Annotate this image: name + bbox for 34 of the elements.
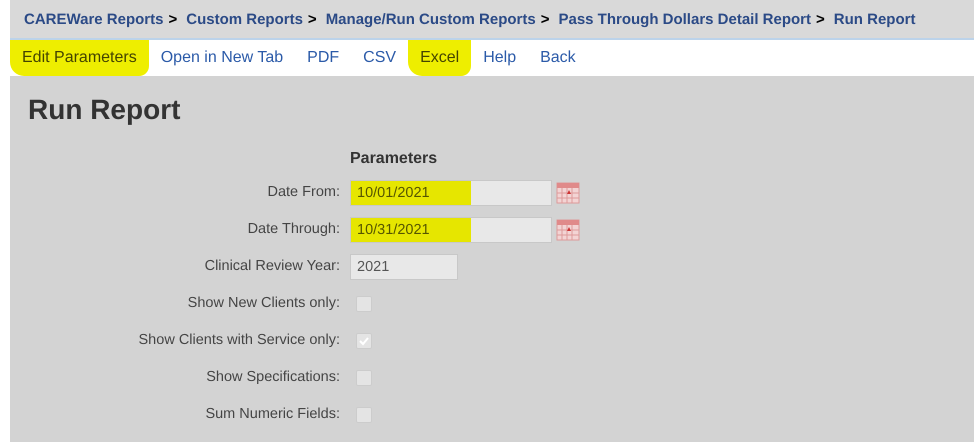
breadcrumb-separator: >	[540, 10, 550, 28]
field-label: Date Through:	[246, 220, 340, 239]
checkbox[interactable]	[356, 296, 372, 312]
checkbox[interactable]	[356, 370, 372, 386]
field-label: Date From:	[266, 183, 340, 202]
date-field[interactable]: 10/01/2021	[350, 180, 552, 206]
breadcrumb-separator: >	[816, 10, 825, 28]
calendar-icon[interactable]	[556, 218, 580, 242]
field-label: Sum Numeric Fields:	[204, 405, 340, 424]
calendar-icon[interactable]	[556, 180, 580, 204]
breadcrumb-link[interactable]: Run Report	[834, 10, 916, 28]
field-label: Clinical Review Year:	[204, 257, 340, 276]
field-label: Show Specifications:	[205, 368, 340, 387]
year-field[interactable]: 2021	[350, 254, 458, 280]
toolbar-link[interactable]: Help	[471, 40, 528, 76]
toolbar-link[interactable]: Open in New Tab	[148, 40, 296, 76]
breadcrumb-link[interactable]: CAREWare Reports	[24, 10, 164, 28]
breadcrumb-separator: >	[168, 10, 178, 28]
page-title: Run Report	[28, 94, 182, 126]
toolbar-link[interactable]: Edit Parameters	[10, 40, 149, 76]
checkbox[interactable]	[356, 332, 372, 348]
date-field[interactable]: 10/31/2021	[350, 216, 552, 242]
field-label: Show New Clients only:	[186, 294, 340, 313]
toolbar-link[interactable]: Excel	[408, 40, 472, 76]
breadcrumb-link[interactable]: Custom Reports	[186, 10, 303, 28]
toolbar-link[interactable]: Back	[528, 40, 588, 76]
breadcrumb-link[interactable]: Pass Through Dollars Detail Report	[558, 10, 812, 28]
section-heading: Parameters	[350, 150, 438, 169]
field-label: Show Clients with Service only:	[138, 331, 340, 350]
breadcrumb-link[interactable]: Manage/Run Custom Reports	[326, 10, 536, 28]
checkbox[interactable]	[356, 406, 372, 422]
toolbar-link[interactable]: PDF	[295, 40, 352, 76]
toolbar-link[interactable]: CSV	[351, 40, 408, 76]
breadcrumb-separator: >	[308, 10, 317, 28]
